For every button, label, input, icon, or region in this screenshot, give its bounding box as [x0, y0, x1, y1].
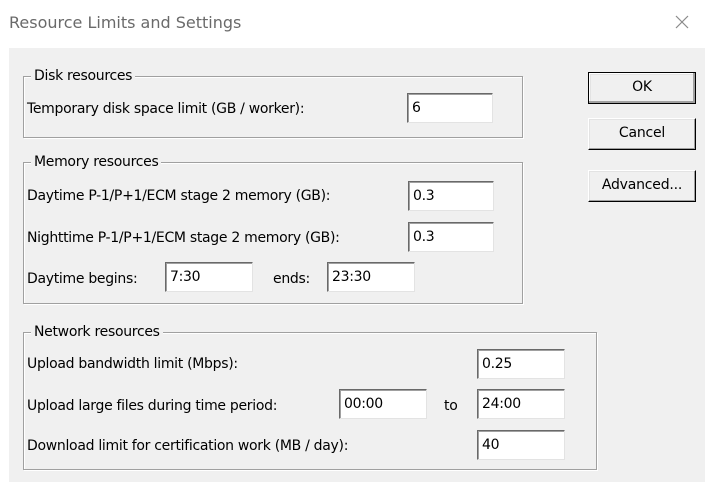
upload-bandwidth-field[interactable]: 0.25	[477, 349, 565, 379]
cancel-button[interactable]: Cancel	[588, 118, 696, 150]
temp-disk-limit-label: Temporary disk space limit (GB / worker)…	[27, 101, 305, 117]
temp-disk-limit-field[interactable]: 6	[407, 93, 493, 123]
daytime-ends-label: ends:	[273, 271, 310, 287]
network-resources-label: Network resources	[31, 323, 163, 341]
upload-from-field[interactable]: 00:00	[339, 389, 427, 419]
advanced-button[interactable]: Advanced...	[588, 170, 696, 202]
daytime-begins-field[interactable]: 7:30	[165, 262, 253, 292]
upload-to-field[interactable]: 24:00	[477, 389, 565, 419]
dialog-body: Disk resources Temporary disk space limi…	[9, 48, 705, 482]
daytime-memory-field[interactable]: 0.3	[408, 181, 494, 211]
title-bar: Resource Limits and Settings	[0, 0, 705, 48]
download-limit-label: Download limit for certification work (M…	[27, 438, 349, 454]
download-limit-field[interactable]: 40	[477, 430, 565, 460]
ok-button[interactable]: OK	[588, 72, 696, 104]
window-title: Resource Limits and Settings	[9, 13, 242, 32]
close-icon[interactable]	[670, 10, 694, 34]
upload-to-label: to	[444, 398, 458, 414]
disk-resources-label: Disk resources	[31, 67, 136, 85]
nighttime-memory-field[interactable]: 0.3	[408, 222, 494, 252]
daytime-begins-label: Daytime begins:	[27, 271, 138, 287]
memory-resources-label: Memory resources	[31, 153, 162, 171]
daytime-memory-label: Daytime P-1/P+1/ECM stage 2 memory (GB):	[27, 188, 331, 204]
upload-bandwidth-label: Upload bandwidth limit (Mbps):	[27, 356, 238, 372]
nighttime-memory-label: Nighttime P-1/P+1/ECM stage 2 memory (GB…	[27, 230, 340, 246]
upload-period-label: Upload large files during time period:	[27, 398, 278, 414]
daytime-ends-field[interactable]: 23:30	[327, 262, 415, 292]
